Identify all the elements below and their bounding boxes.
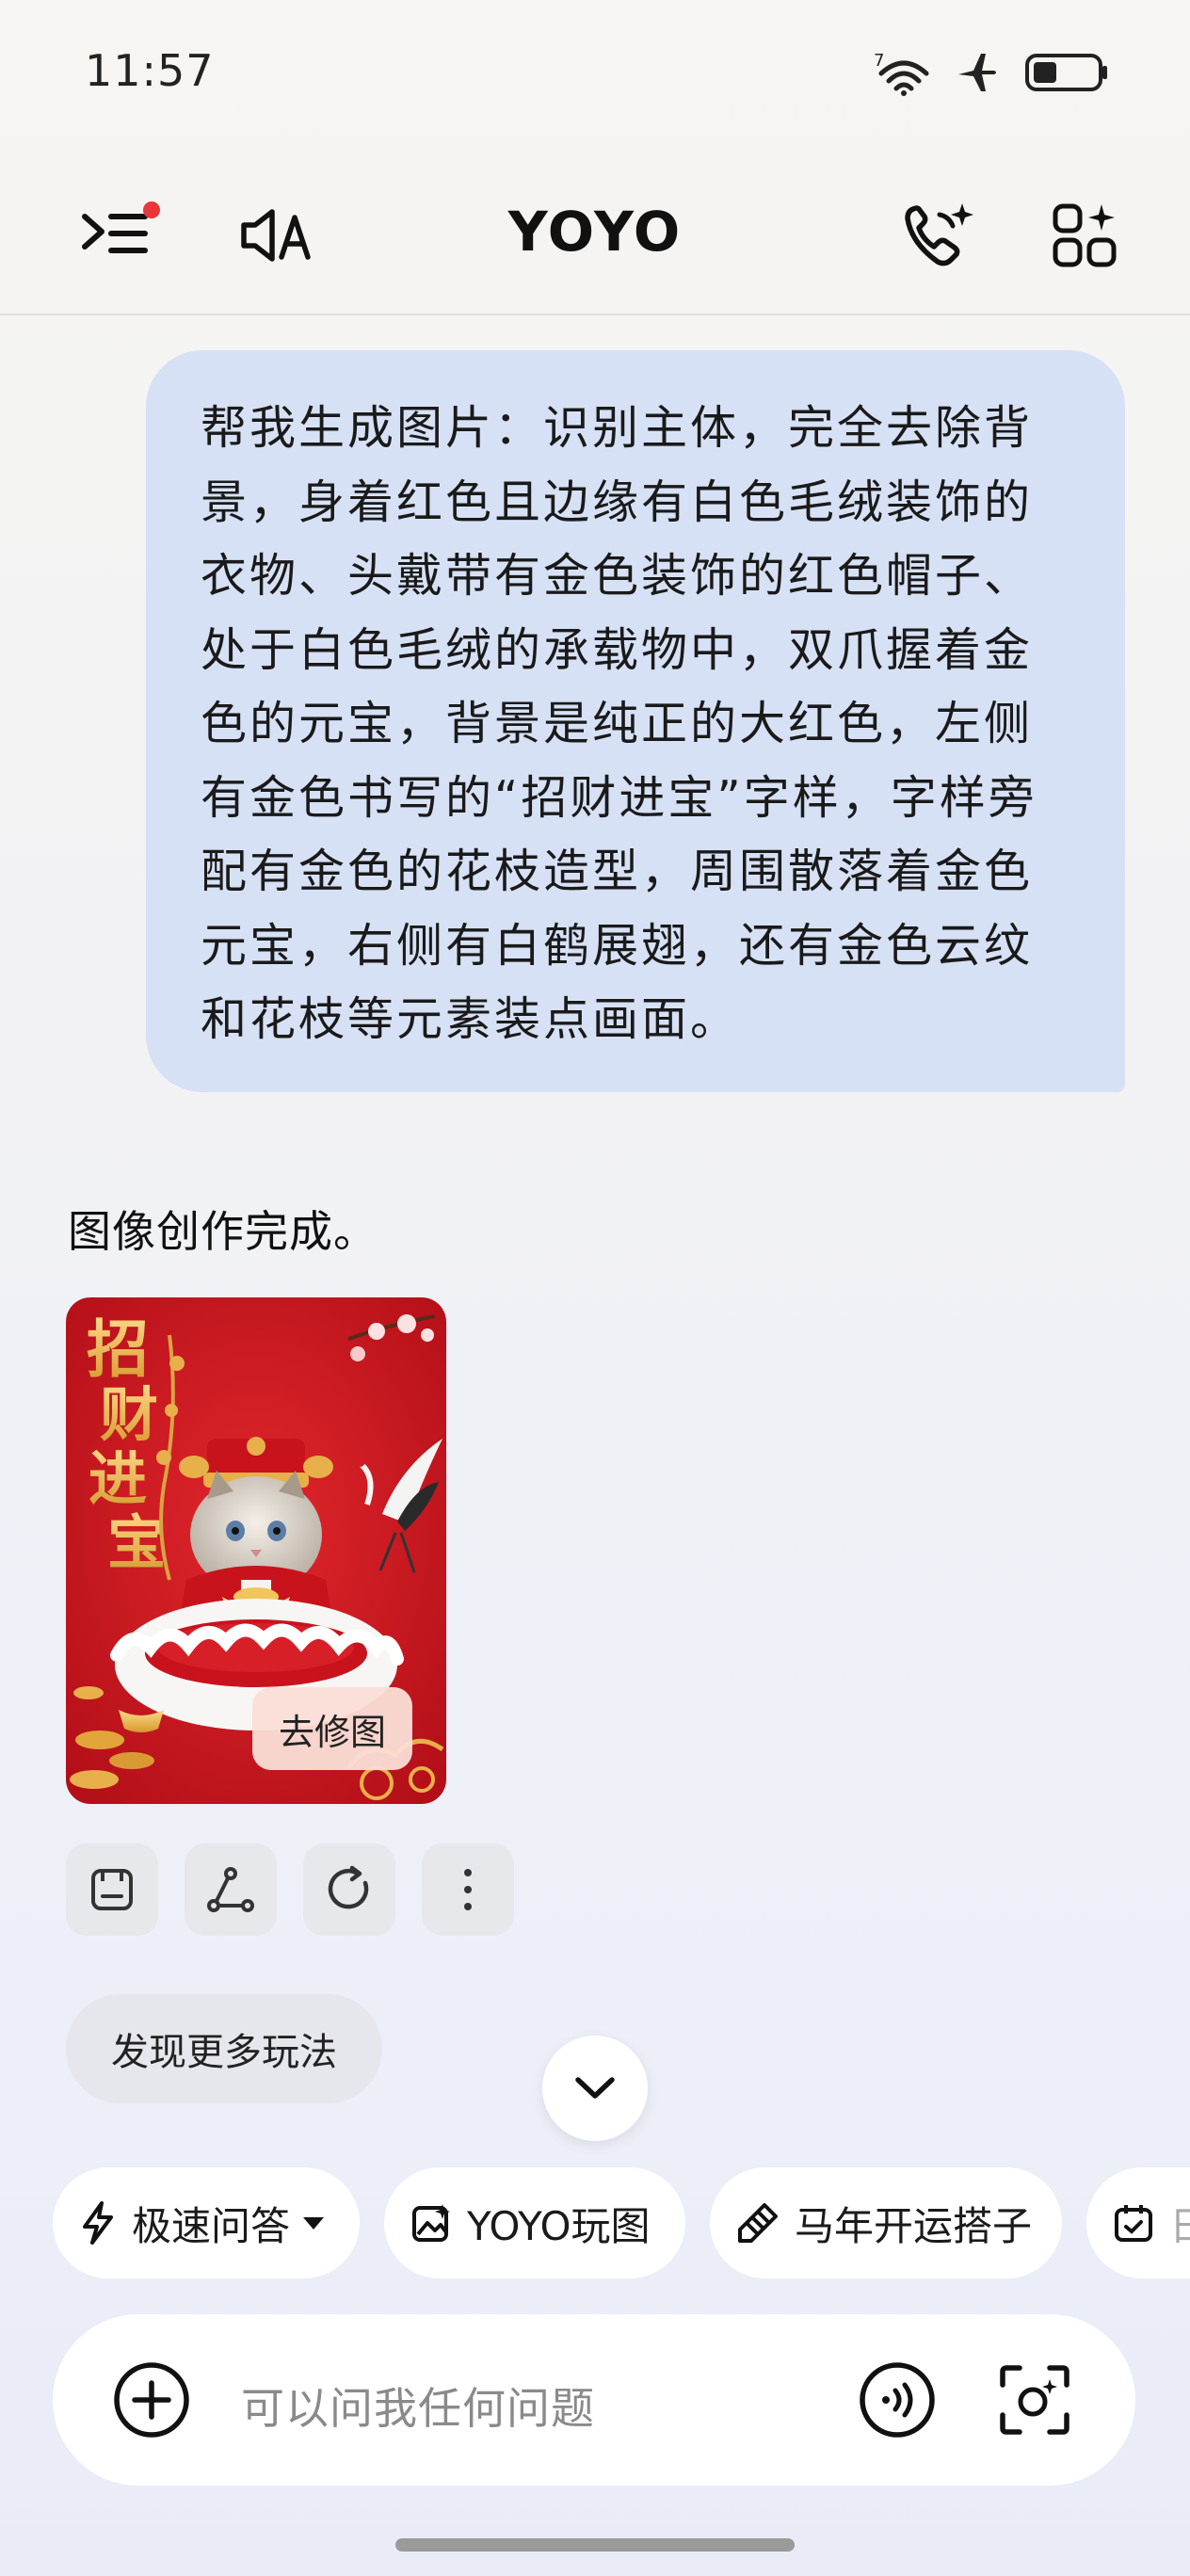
phone-sparkle-icon <box>905 203 973 266</box>
save-icon <box>91 1869 133 1910</box>
chip-calendar[interactable]: 日 <box>1086 2167 1190 2278</box>
edit-image-button[interactable]: 去修图 <box>252 1687 412 1770</box>
user-message-line: 景，身着红色且边缘有白色毛绒装饰的 <box>201 475 1034 529</box>
plus-circle-icon <box>114 2362 189 2438</box>
camera-scan-button[interactable] <box>992 2358 1077 2442</box>
more-vertical-icon <box>464 1869 472 1910</box>
refresh-icon <box>328 1865 369 1909</box>
chip-label: 极速问答 <box>132 2202 291 2249</box>
caret-down-icon <box>303 2217 325 2230</box>
chip-label: 日 <box>1169 2202 1190 2249</box>
regenerate-button[interactable] <box>303 1843 395 1936</box>
chevron-down-icon <box>575 2077 615 2099</box>
network-label: 7 <box>874 51 884 71</box>
user-message-bubble: 帮我生成图片：识别主体，完全去除背 景，身着红色且边缘有白色毛绒装饰的 衣物、头… <box>146 350 1125 1092</box>
more-options-button[interactable] <box>422 1843 514 1936</box>
scan-sparkle-icon <box>1000 2365 1069 2435</box>
apps-button[interactable] <box>1037 188 1132 282</box>
chip-quick-answer[interactable]: 极速问答 <box>53 2167 360 2278</box>
poster-char: 招 <box>87 1312 149 1386</box>
chat-input[interactable]: 可以问我任何问题 <box>241 2375 595 2437</box>
airplane-icon <box>958 54 996 91</box>
voice-input-button[interactable] <box>855 2358 940 2442</box>
poster-char: 进 <box>88 1444 147 1513</box>
battery-icon <box>1025 54 1107 91</box>
share-button[interactable] <box>185 1843 277 1936</box>
discover-more-button[interactable]: 发现更多玩法 <box>66 1994 382 2103</box>
chat-input-bar: 可以问我任何问题 <box>53 2314 1135 2486</box>
home-indicator[interactable] <box>395 2538 795 2552</box>
chip-yoyo-image[interactable]: YOYO玩图 <box>384 2167 685 2278</box>
scroll-down-button[interactable] <box>542 2036 648 2141</box>
pen-icon <box>738 2203 778 2243</box>
poster-char: 财 <box>100 1380 158 1449</box>
wifi-icon: 7 <box>874 51 929 96</box>
status-icons: 7 <box>874 49 1109 96</box>
lightning-icon <box>83 2201 113 2245</box>
assistant-reply-text: 图像创作完成。 <box>68 1206 378 1257</box>
add-attachment-button[interactable] <box>109 2358 194 2442</box>
user-message-line: 配有金色的花枝造型，周围散落着金色 <box>201 845 1034 898</box>
user-message-line: 和花枝等元素装点画面。 <box>201 992 740 1046</box>
poster-char: 宝 <box>107 1508 166 1577</box>
app-title: YOYO <box>507 200 683 264</box>
user-message-line: 帮我生成图片：识别主体，完全去除背 <box>201 401 1034 455</box>
user-message-line: 色的元宝，背景是纯正的大红色，左侧 <box>201 697 1034 750</box>
ai-call-button[interactable] <box>891 188 985 282</box>
share-icon <box>207 1867 254 1912</box>
chip-label: 马年开运搭子 <box>795 2202 1033 2249</box>
user-message-line: 有金色书写的“招财进宝”字样，字样旁 <box>201 770 1037 825</box>
image-sparkle-icon <box>412 2204 450 2242</box>
user-message-line: 衣物、头戴带有金色装饰的红色帽子、 <box>201 549 1034 603</box>
user-message-line: 处于白色毛绒的承载物中，双爪握着金 <box>201 622 1034 677</box>
status-time: 11:57 <box>85 45 215 96</box>
chip-label: YOYO玩图 <box>467 2202 651 2249</box>
generated-image[interactable]: 招 财 进 宝 去修图 <box>66 1297 446 1804</box>
app-header: YOYO <box>0 160 1190 315</box>
chip-horse-year[interactable]: 马年开运搭子 <box>710 2167 1062 2278</box>
apps-sparkle-icon <box>1053 203 1117 267</box>
calendar-icon <box>1115 2205 1152 2242</box>
user-message-line: 元宝，右侧有白鹤展翅，还有金色云纹 <box>201 918 1034 973</box>
voice-wave-icon <box>860 2362 935 2438</box>
save-button[interactable] <box>66 1843 158 1936</box>
